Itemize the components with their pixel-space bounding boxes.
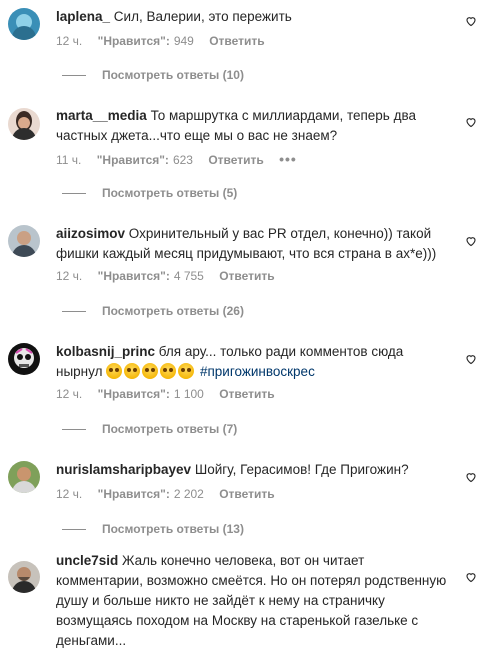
divider-line [62, 310, 86, 312]
comment-meta: 12 ч. "Нравится": 4 755 Ответить [56, 269, 287, 283]
likes-count: 949 [173, 34, 194, 48]
avatar[interactable] [8, 561, 40, 593]
avatar[interactable] [8, 225, 40, 257]
comment-time[interactable]: 12 ч. [56, 487, 82, 501]
likes-count: 2 202 [173, 487, 204, 501]
comment-time[interactable]: 12 ч. [56, 34, 82, 48]
likes-count: 623 [172, 153, 193, 167]
comment-username[interactable]: laplena_ [56, 9, 110, 24]
comment-likes[interactable]: "Нравится": 949 [98, 34, 194, 48]
comment-text-block: marta__media То маршрутка с миллиардами,… [56, 106, 448, 146]
heart-outline-icon[interactable] [465, 570, 477, 583]
heart-outline-icon[interactable] [465, 352, 477, 365]
comment-text-block: uncle7sid Жаль конечно человека, вот он … [56, 551, 448, 651]
comment-username[interactable]: aiizosimov [56, 226, 125, 241]
view-replies-label: Посмотреть ответы (13) [102, 522, 244, 536]
avatar[interactable] [8, 108, 40, 140]
reply-button[interactable]: Ответить [219, 387, 274, 401]
view-replies-button[interactable]: Посмотреть ответы (5) [62, 186, 237, 200]
likes-label: "Нравится": [96, 153, 169, 167]
view-replies-label: Посмотреть ответы (5) [102, 186, 238, 200]
view-replies-label: Посмотреть ответы (26) [102, 304, 244, 318]
more-options-icon[interactable]: ••• [279, 151, 297, 167]
likes-label: "Нравится": [97, 34, 170, 48]
comment-text-block: aiizosimov Охринительный у вас PR отдел,… [56, 224, 448, 264]
comment-username[interactable]: marta__media [56, 108, 147, 123]
likes-label: "Нравится": [97, 269, 170, 283]
laughing-emoji-icon [106, 363, 123, 379]
laughing-emoji-icon [142, 363, 159, 379]
comment-text-block: laplena_ Сил, Валерии, это пережить [56, 7, 448, 27]
comment-likes[interactable]: "Нравится": 4 755 [98, 269, 204, 283]
likes-label: "Нравится": [97, 487, 170, 501]
comment-meta: 11 ч. "Нравится": 623 Ответить ••• [56, 151, 309, 167]
comment-text: Сил, Валерии, это пережить [113, 9, 292, 24]
view-replies-label: Посмотреть ответы (10) [102, 68, 244, 82]
reply-button[interactable]: Ответить [219, 269, 274, 283]
hashtag-link[interactable]: #пригожинвоскрес [200, 364, 315, 379]
avatar[interactable] [8, 461, 40, 493]
comment-meta: 12 ч. "Нравится": 949 Ответить [56, 34, 277, 48]
view-replies-label: Посмотреть ответы (7) [102, 422, 238, 436]
view-replies-button[interactable]: Посмотреть ответы (10) [62, 68, 244, 82]
comment-text-block: kolbasnij_princ бля ару... только ради к… [56, 342, 448, 382]
reply-button[interactable]: Ответить [208, 153, 263, 167]
divider-line [62, 192, 86, 194]
view-replies-button[interactable]: Посмотреть ответы (26) [62, 304, 244, 318]
view-replies-button[interactable]: Посмотреть ответы (13) [62, 522, 244, 536]
reply-button[interactable]: Ответить [219, 487, 274, 501]
comment-username[interactable]: nurislamsharipbayev [56, 462, 191, 477]
comment-likes[interactable]: "Нравится": 1 100 [98, 387, 204, 401]
heart-outline-icon[interactable] [465, 115, 477, 128]
comment-time[interactable]: 12 ч. [56, 387, 82, 401]
divider-line [62, 528, 86, 530]
heart-outline-icon[interactable] [465, 14, 477, 27]
divider-line [62, 74, 86, 76]
avatar[interactable] [8, 343, 40, 375]
divider-line [62, 428, 86, 430]
comment-username[interactable]: kolbasnij_princ [56, 344, 155, 359]
comment-time[interactable]: 12 ч. [56, 269, 82, 283]
comment-likes[interactable]: "Нравится": 2 202 [98, 487, 204, 501]
likes-label: "Нравится": [97, 387, 170, 401]
laughing-emoji-icon [178, 363, 195, 379]
emoji-group [106, 363, 196, 379]
comment-text-block: nurislamsharipbayev Шойгу, Герасимов! Гд… [56, 460, 448, 480]
heart-outline-icon[interactable] [465, 234, 477, 247]
comment-likes[interactable]: "Нравится": 623 [97, 153, 193, 167]
likes-count: 1 100 [173, 387, 204, 401]
comment-username[interactable]: uncle7sid [56, 553, 118, 568]
heart-outline-icon[interactable] [465, 470, 477, 483]
comment-meta: 12 ч. "Нравится": 1 100 Ответить [56, 387, 287, 401]
comment-text: Шойгу, Герасимов! Где Пригожин? [194, 462, 409, 477]
likes-count: 4 755 [173, 269, 204, 283]
laughing-emoji-icon [124, 363, 141, 379]
avatar[interactable] [8, 8, 40, 40]
laughing-emoji-icon [160, 363, 177, 379]
reply-button[interactable]: Ответить [209, 34, 264, 48]
comment-time[interactable]: 11 ч. [56, 153, 81, 167]
comment-meta: 12 ч. "Нравится": 2 202 Ответить [56, 487, 287, 501]
view-replies-button[interactable]: Посмотреть ответы (7) [62, 422, 237, 436]
